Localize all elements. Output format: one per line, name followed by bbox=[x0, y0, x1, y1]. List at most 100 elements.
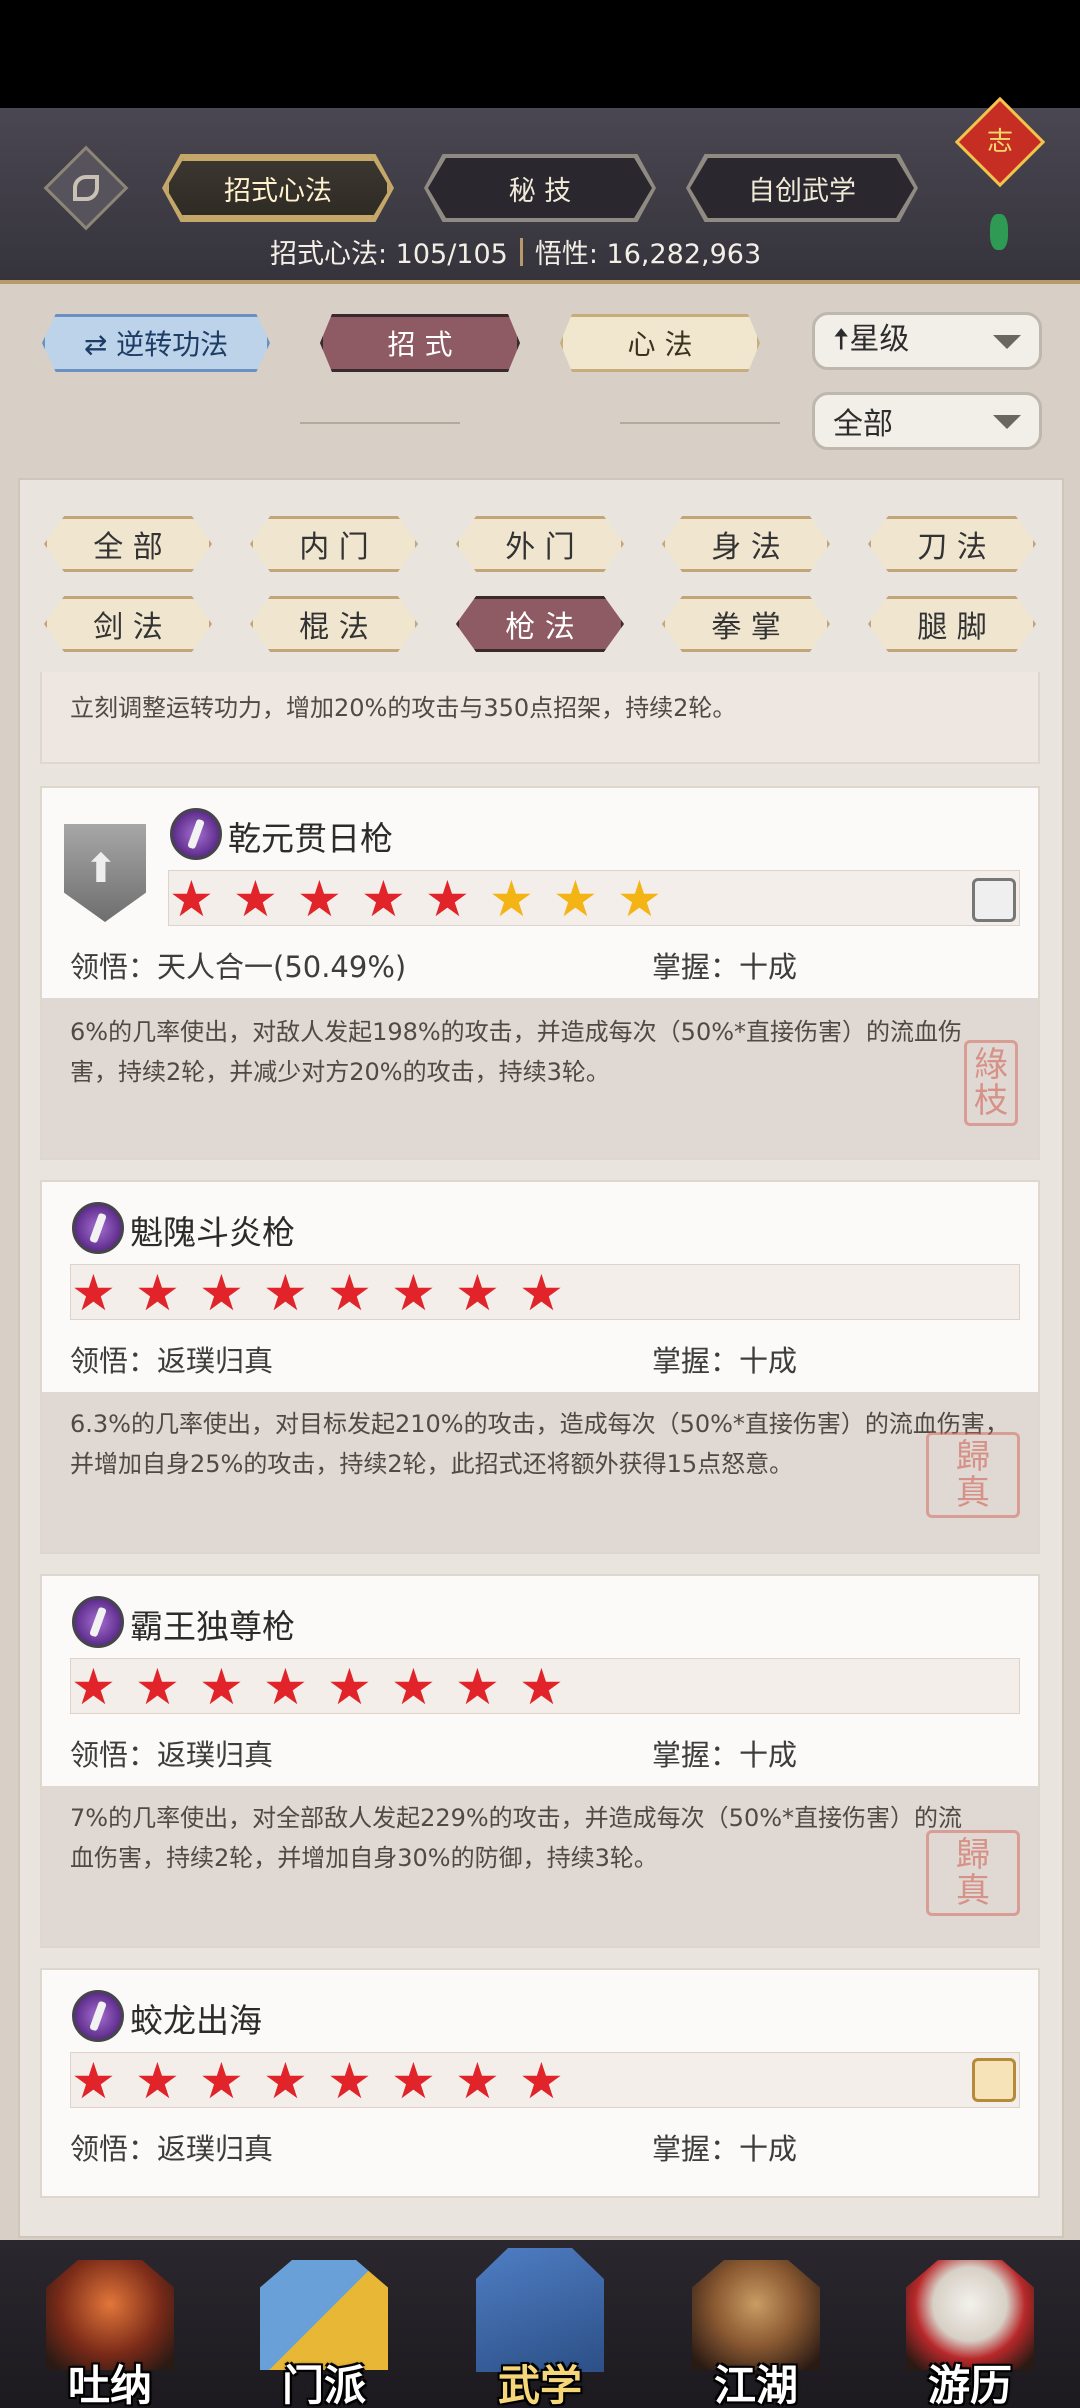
nav-label: 江湖 bbox=[713, 2361, 798, 2408]
scope-dropdown[interactable]: 全部 bbox=[812, 392, 1042, 450]
star-icon: ★ bbox=[135, 1658, 180, 1716]
nav-label: 门派 bbox=[281, 2361, 366, 2408]
star-icon: ★ bbox=[455, 1264, 500, 1322]
nav-label: 吐纳 bbox=[67, 2361, 152, 2408]
seal-stamp: 歸真 bbox=[926, 1830, 1020, 1916]
detail-icon[interactable] bbox=[972, 878, 1016, 922]
star-rating: ★ ★ ★ ★ ★ ★ ★ ★ bbox=[70, 1658, 1020, 1714]
decorative-line bbox=[300, 422, 460, 424]
comprehension: 领悟：返璞归真 bbox=[70, 2132, 274, 2166]
category-staff[interactable]: 棍 法 bbox=[250, 596, 418, 652]
star-icon: ★ bbox=[391, 2052, 436, 2110]
view-toggle-button[interactable] bbox=[43, 145, 129, 231]
star-icon: ★ bbox=[263, 1264, 308, 1322]
skill-description: 立刻调整运转功力，增加20%的攻击与350点招架，持续2轮。 bbox=[70, 694, 737, 722]
star-icon: ★ bbox=[327, 1264, 372, 1322]
category-inner[interactable]: 内 门 bbox=[250, 516, 418, 572]
skill-name: 霸王独尊枪 bbox=[130, 1607, 295, 1646]
star-rating: ★ ★ ★ ★ ★ ★ ★ ★ bbox=[70, 1264, 1020, 1320]
tab-secret-skills[interactable]: 秘 技 bbox=[428, 158, 652, 218]
skills-panel: 全 部 内 门 外 门 身 法 刀 法 剑 法 棍 法 枪 法 拳 掌 腿 脚 … bbox=[18, 478, 1064, 2238]
star-icon: ★ bbox=[553, 870, 598, 928]
skill-description: 6%的几率使出，对敌人发起198%的攻击，并造成每次（50%*直接伤害）的流血伤… bbox=[70, 1018, 963, 1086]
seal-stamp: 歸真 bbox=[926, 1432, 1020, 1518]
tab-moves[interactable]: 招 式 bbox=[320, 314, 520, 372]
nav-label: 游历 bbox=[927, 2361, 1012, 2408]
star-icon: ★ bbox=[71, 2052, 116, 2110]
spear-skill-icon bbox=[170, 808, 222, 860]
tab-methods[interactable]: 心 法 bbox=[560, 314, 760, 372]
star-icon: ★ bbox=[135, 2052, 180, 2110]
comprehension: 领悟：返璞归真 bbox=[70, 1738, 274, 1772]
category-leg[interactable]: 腿 脚 bbox=[868, 596, 1036, 652]
nav-jianghu[interactable]: 江湖 bbox=[676, 2252, 836, 2408]
chevron-down-icon bbox=[993, 415, 1021, 429]
skill-card-partial: 立刻调整运转功力，增加20%的攻击与350点招架，持续2轮。 bbox=[40, 672, 1040, 764]
chevron-down-icon bbox=[993, 335, 1021, 349]
star-icon: ★ bbox=[455, 1658, 500, 1716]
bottom-navigation: 吐纳 门派 武学 江湖 游历 bbox=[0, 2240, 1080, 2408]
star-icon: ★ bbox=[455, 2052, 500, 2110]
star-icon: ★ bbox=[617, 870, 662, 928]
tab-self-created[interactable]: 自创武学 bbox=[690, 158, 914, 218]
star-icon: ★ bbox=[199, 1264, 244, 1322]
star-icon: ★ bbox=[199, 1658, 244, 1716]
sort-dropdown[interactable]: 🠅星级 bbox=[812, 312, 1042, 370]
star-icon: ★ bbox=[519, 2052, 564, 2110]
category-blade[interactable]: 刀 法 bbox=[868, 516, 1036, 572]
star-icon: ★ bbox=[391, 1658, 436, 1716]
skill-list[interactable]: 立刻调整运转功力，增加20%的攻击与350点招架，持续2轮。 乾元贯日枪 ★ ★… bbox=[40, 672, 1044, 2212]
description-area: 7%的几率使出，对全部敌人发起229%的攻击，并造成每次（50%*直接伤害）的流… bbox=[42, 1786, 1038, 1946]
header: 招式心法 秘 技 自创武学 招式心法: 105/105 悟性: 16,282,9… bbox=[0, 108, 1080, 284]
nav-sect[interactable]: 门派 bbox=[244, 2252, 404, 2408]
knot-glyph: 志 bbox=[986, 127, 1013, 157]
category-spear[interactable]: 枪 法 bbox=[456, 596, 624, 652]
nav-travel[interactable]: 游历 bbox=[890, 2252, 1050, 2408]
star-icon: ★ bbox=[135, 1264, 180, 1322]
category-movement[interactable]: 身 法 bbox=[662, 516, 830, 572]
sort-dropdown-value: 🠅星级 bbox=[833, 322, 910, 357]
star-icon: ★ bbox=[71, 1264, 116, 1322]
decorative-line bbox=[620, 422, 780, 424]
comprehension: 领悟：返璞归真 bbox=[70, 1344, 274, 1378]
status-bar bbox=[0, 0, 1080, 108]
spear-skill-icon bbox=[72, 1596, 124, 1648]
nav-martial-arts[interactable]: 武学 bbox=[460, 2240, 620, 2408]
scroll-icon[interactable] bbox=[972, 2058, 1016, 2102]
description-area: 6%的几率使出，对敌人发起198%的攻击，并造成每次（50%*直接伤害）的流血伤… bbox=[42, 998, 1038, 1158]
category-sword[interactable]: 剑 法 bbox=[44, 596, 212, 652]
spear-skill-icon bbox=[72, 1202, 124, 1254]
comprehension: 领悟：天人合一(50.49%) bbox=[70, 950, 407, 984]
star-icon: ★ bbox=[327, 2052, 372, 2110]
star-icon: ★ bbox=[361, 870, 406, 928]
star-icon: ★ bbox=[519, 1658, 564, 1716]
description-area: 6.3%的几率使出，对目标发起210%的攻击，造成每次（50%*直接伤害）的流血… bbox=[42, 1392, 1038, 1552]
reverse-technique-button[interactable]: ⇄ 逆转功法 bbox=[42, 314, 270, 372]
star-rating: ★ ★ ★ ★ ★ ★ ★ ★ bbox=[70, 2052, 1020, 2108]
skill-description: 6.3%的几率使出，对目标发起210%的攻击，造成每次（50%*直接伤害）的流血… bbox=[70, 1410, 1009, 1478]
star-icon: ★ bbox=[489, 870, 534, 928]
skill-card[interactable]: 乾元贯日枪 ★ ★ ★ ★ ★ ★ ★ ★ 领悟：天人合一(50.49%) 掌握… bbox=[40, 786, 1040, 1160]
skill-card[interactable]: 霸王独尊枪 ★ ★ ★ ★ ★ ★ ★ ★ 领悟：返璞归真 掌握：十成 7%的几… bbox=[40, 1574, 1040, 1948]
category-fist[interactable]: 拳 掌 bbox=[662, 596, 830, 652]
summary: 招式心法: 105/105 悟性: 16,282,963 bbox=[270, 232, 761, 271]
insight-value: 悟性: 16,282,963 bbox=[534, 239, 762, 270]
star-icon: ★ bbox=[391, 1264, 436, 1322]
nav-breathing[interactable]: 吐纳 bbox=[30, 2252, 190, 2408]
skill-card[interactable]: 魁隗斗炎枪 ★ ★ ★ ★ ★ ★ ★ ★ 领悟：返璞归真 掌握：十成 6.3%… bbox=[40, 1180, 1040, 1554]
mastery: 掌握：十成 bbox=[652, 1344, 798, 1378]
mastery: 掌握：十成 bbox=[652, 2132, 798, 2166]
category-all[interactable]: 全 部 bbox=[44, 516, 212, 572]
category-outer[interactable]: 外 门 bbox=[456, 516, 624, 572]
mastery: 掌握：十成 bbox=[652, 950, 798, 984]
nav-label: 武学 bbox=[497, 2361, 582, 2408]
star-icon: ★ bbox=[263, 2052, 308, 2110]
skill-name: 魁隗斗炎枪 bbox=[130, 1213, 295, 1252]
star-icon: ★ bbox=[71, 1658, 116, 1716]
tab-moves-methods[interactable]: 招式心法 bbox=[166, 158, 390, 218]
skill-card[interactable]: 蛟龙出海 ★ ★ ★ ★ ★ ★ ★ ★ 领悟：返璞归真 掌握：十成 bbox=[40, 1968, 1040, 2198]
star-icon: ★ bbox=[263, 1658, 308, 1716]
moves-count: 招式心法: 105/105 bbox=[270, 239, 508, 270]
upgrade-icon[interactable] bbox=[64, 824, 146, 922]
divider bbox=[519, 237, 523, 266]
